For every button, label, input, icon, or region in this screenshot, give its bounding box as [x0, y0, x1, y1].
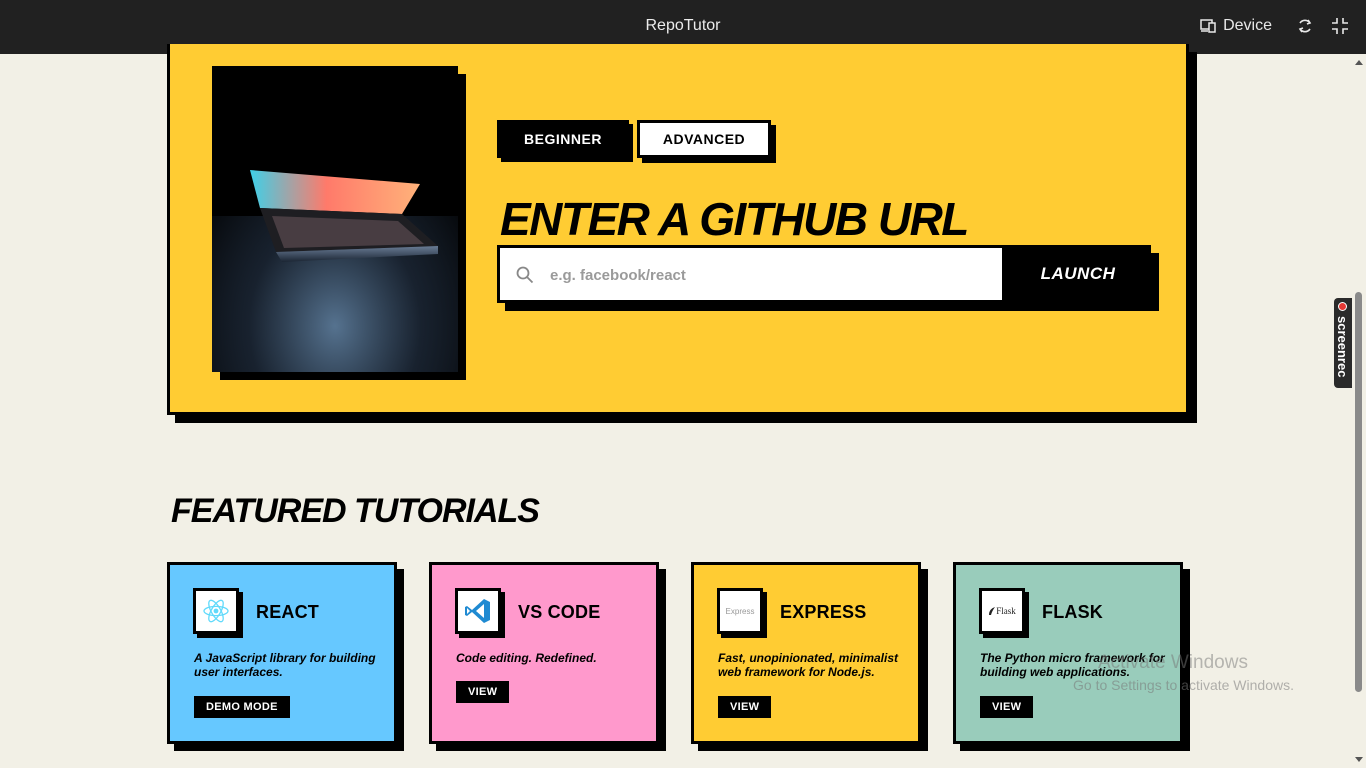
recorder-label: screenrec: [1335, 316, 1350, 378]
exit-fullscreen-icon[interactable]: [1331, 17, 1349, 35]
tutorial-card-react[interactable]: REACT A JavaScript library for building …: [167, 562, 397, 744]
hero-panel: BEGINNER ADVANCED ENTER A GITHUB URL LAU…: [167, 44, 1189, 415]
featured-tutorials-heading: FEATURED TUTORIALS: [171, 492, 540, 530]
screen-recorder-tab[interactable]: screenrec: [1334, 298, 1352, 388]
github-url-form: LAUNCH: [497, 245, 1151, 303]
rotate-icon[interactable]: [1296, 17, 1314, 35]
tutorial-card-vscode[interactable]: VS CODE Code editing. Redefined. VIEW: [429, 562, 659, 744]
card-description: Fast, unopinionated, minimalist web fram…: [718, 651, 899, 679]
flask-logo-icon: Flask: [979, 588, 1025, 634]
github-url-input[interactable]: [548, 248, 992, 302]
card-title: FLASK: [1042, 602, 1103, 622]
search-icon: [516, 266, 534, 284]
card-title: REACT: [256, 602, 319, 622]
tutorial-card-express[interactable]: Express EXPRESS Fast, unopinionated, min…: [691, 562, 921, 744]
view-button[interactable]: VIEW: [456, 681, 510, 703]
hero-laptop-image: [212, 66, 458, 372]
vertical-scrollbar[interactable]: [1352, 54, 1366, 768]
tab-advanced[interactable]: ADVANCED: [637, 120, 771, 158]
view-button[interactable]: VIEW: [718, 696, 772, 718]
activate-windows-title: Activate Windows: [1098, 652, 1248, 673]
card-description: Code editing. Redefined.: [456, 651, 597, 665]
view-button[interactable]: VIEW: [980, 696, 1034, 718]
tab-beginner[interactable]: BEGINNER: [497, 120, 629, 158]
hero-heading: ENTER A GITHUB URL: [500, 193, 969, 245]
vscode-logo-icon: [455, 588, 501, 634]
card-title: EXPRESS: [780, 602, 867, 622]
express-logo-text: Express: [725, 606, 755, 616]
flask-horn-icon: [989, 607, 996, 615]
level-tabs: BEGINNER ADVANCED: [497, 120, 771, 158]
device-icon: [1200, 19, 1216, 33]
activate-windows-subtitle: Go to Settings to activate Windows.: [1073, 677, 1294, 693]
card-description: A JavaScript library for building user i…: [194, 651, 376, 679]
device-label: Device: [1223, 17, 1272, 34]
express-logo-icon: Express: [717, 588, 763, 634]
url-input-container[interactable]: [497, 245, 1005, 303]
device-button[interactable]: Device: [1200, 0, 1272, 52]
scroll-thumb[interactable]: [1355, 292, 1362, 692]
react-logo-icon: [193, 588, 239, 634]
scroll-down-arrow-icon[interactable]: [1355, 757, 1363, 762]
launch-button[interactable]: LAUNCH: [1005, 245, 1151, 303]
card-title: VS CODE: [518, 602, 601, 622]
demo-mode-button[interactable]: DEMO MODE: [194, 696, 290, 718]
scroll-up-arrow-icon[interactable]: [1355, 60, 1363, 65]
record-dot-icon: [1338, 302, 1347, 311]
flask-logo-text: Flask: [996, 606, 1016, 616]
